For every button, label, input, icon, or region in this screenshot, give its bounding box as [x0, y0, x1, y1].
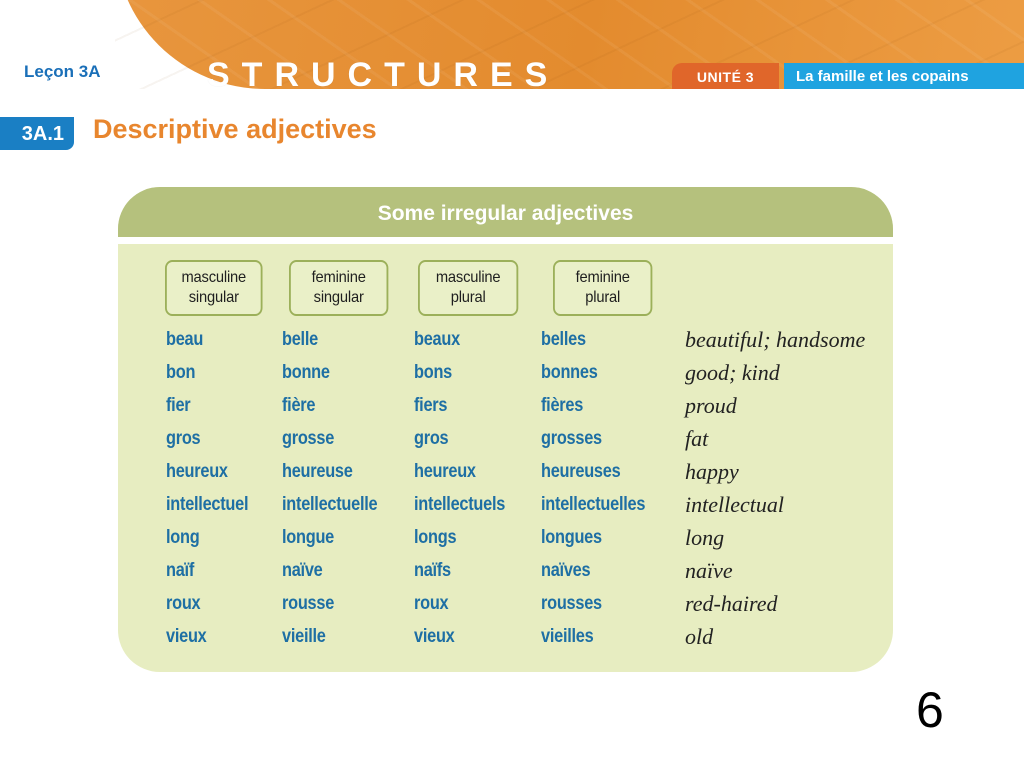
column-header-line: feminine: [575, 269, 630, 286]
masculine-plural-cell: naïfs: [414, 560, 451, 581]
masculine-plural-cell: gros: [414, 428, 449, 449]
table-row: gros grosse gros grosses fat: [118, 424, 893, 457]
feminine-plural-cell: intellectuelles: [541, 494, 646, 515]
section-number-badge: 3A.1: [0, 117, 74, 150]
feminine-singular-cell: rousse: [282, 593, 335, 614]
masculine-plural-cell: fiers: [414, 395, 448, 416]
masculine-plural-cell: roux: [414, 593, 449, 614]
column-header-line: masculine: [181, 269, 247, 286]
meaning-cell: proud: [685, 393, 737, 418]
column-header-feminine-singular: feminine singular: [289, 260, 389, 316]
feminine-singular-cell: grosse: [282, 428, 335, 449]
meaning-cell: happy: [685, 459, 739, 484]
masculine-singular-cell: naïf: [166, 560, 195, 581]
feminine-plural-cell: fières: [541, 395, 584, 416]
table-body: beau belle beaux belles beautiful; hands…: [118, 325, 893, 655]
banner-title: STRUCTURES: [207, 56, 560, 89]
column-header-feminine-plural: feminine plural: [553, 260, 653, 316]
table-row: roux rousse roux rousses red-haired: [118, 589, 893, 622]
meaning-cell: old: [685, 624, 714, 649]
masculine-singular-cell: heureux: [166, 461, 228, 482]
masculine-plural-cell: intellectuels: [414, 494, 506, 515]
feminine-singular-cell: belle: [282, 329, 318, 350]
masculine-plural-cell: bons: [414, 362, 453, 383]
masculine-plural-cell: vieux: [414, 626, 455, 647]
table-row: beau belle beaux belles beautiful; hands…: [118, 325, 893, 358]
feminine-singular-cell: heureuse: [282, 461, 353, 482]
lesson-label: Leçon 3A: [24, 62, 101, 81]
column-header-line: feminine: [311, 269, 366, 286]
table-row: bon bonne bons bonnes good; kind: [118, 358, 893, 391]
unit-badge: UNITÉ 3: [672, 63, 779, 89]
table-row: long longue longs longues long: [118, 523, 893, 556]
feminine-singular-cell: vieille: [282, 626, 326, 647]
header-divider: [118, 237, 893, 244]
table-row: fier fière fiers fières proud: [118, 391, 893, 424]
table-row: vieux vieille vieux vieilles old: [118, 622, 893, 655]
meaning-cell: red-haired: [685, 591, 778, 616]
feminine-singular-cell: bonne: [282, 362, 330, 383]
feminine-plural-cell: belles: [541, 329, 586, 350]
masculine-plural-cell: heureux: [414, 461, 476, 482]
feminine-plural-cell: longues: [541, 527, 602, 548]
masculine-singular-cell: bon: [166, 362, 196, 383]
column-header-line: masculine: [435, 269, 501, 286]
masculine-singular-cell: roux: [166, 593, 201, 614]
column-header-masculine-plural: masculine plural: [418, 260, 519, 316]
feminine-singular-cell: longue: [282, 527, 335, 548]
unit-title: La famille et les copains: [784, 63, 1024, 89]
section-title: Descriptive adjectives: [93, 114, 377, 144]
table-row: naïf naïve naïfs naïves naïve: [118, 556, 893, 589]
table-row: intellectuel intellectuelle intellectuel…: [118, 490, 893, 523]
meaning-cell: long: [685, 525, 725, 550]
column-header-line: singular: [313, 289, 364, 306]
meaning-cell: good; kind: [685, 360, 780, 385]
feminine-plural-cell: bonnes: [541, 362, 598, 383]
masculine-singular-cell: fier: [166, 395, 191, 416]
feminine-plural-cell: grosses: [541, 428, 602, 449]
masculine-singular-cell: beau: [166, 329, 204, 350]
column-header-line: plural: [585, 289, 621, 306]
feminine-plural-cell: naïves: [541, 560, 591, 581]
masculine-singular-cell: long: [166, 527, 200, 548]
column-header-masculine-singular: masculine singular: [165, 260, 263, 316]
column-header-line: singular: [188, 289, 239, 306]
meaning-cell: intellectual: [685, 492, 784, 517]
masculine-plural-cell: beaux: [414, 329, 460, 350]
column-header-line: plural: [450, 289, 486, 306]
page-number: 6: [916, 682, 944, 738]
table-title: Some irregular adjectives: [118, 187, 893, 237]
masculine-plural-cell: longs: [414, 527, 457, 548]
feminine-singular-cell: intellectuelle: [282, 494, 378, 515]
table-row: heureux heureuse heureux heureuses happy: [118, 457, 893, 490]
feminine-singular-cell: naïve: [282, 560, 323, 581]
masculine-singular-cell: intellectuel: [166, 494, 249, 515]
meaning-cell: beautiful; handsome: [685, 327, 866, 352]
masculine-singular-cell: gros: [166, 428, 201, 449]
feminine-plural-cell: heureuses: [541, 461, 621, 482]
masculine-singular-cell: vieux: [166, 626, 207, 647]
header-banner: STRUCTURES UNITÉ 3 La famille et les cop…: [0, 0, 1024, 89]
meaning-cell: naïve: [685, 558, 733, 583]
feminine-plural-cell: vieilles: [541, 626, 594, 647]
meaning-cell: fat: [685, 426, 709, 451]
feminine-singular-cell: fière: [282, 395, 316, 416]
irregular-adjectives-table: Some irregular adjectives masculine sing…: [118, 187, 893, 672]
feminine-plural-cell: rousses: [541, 593, 602, 614]
